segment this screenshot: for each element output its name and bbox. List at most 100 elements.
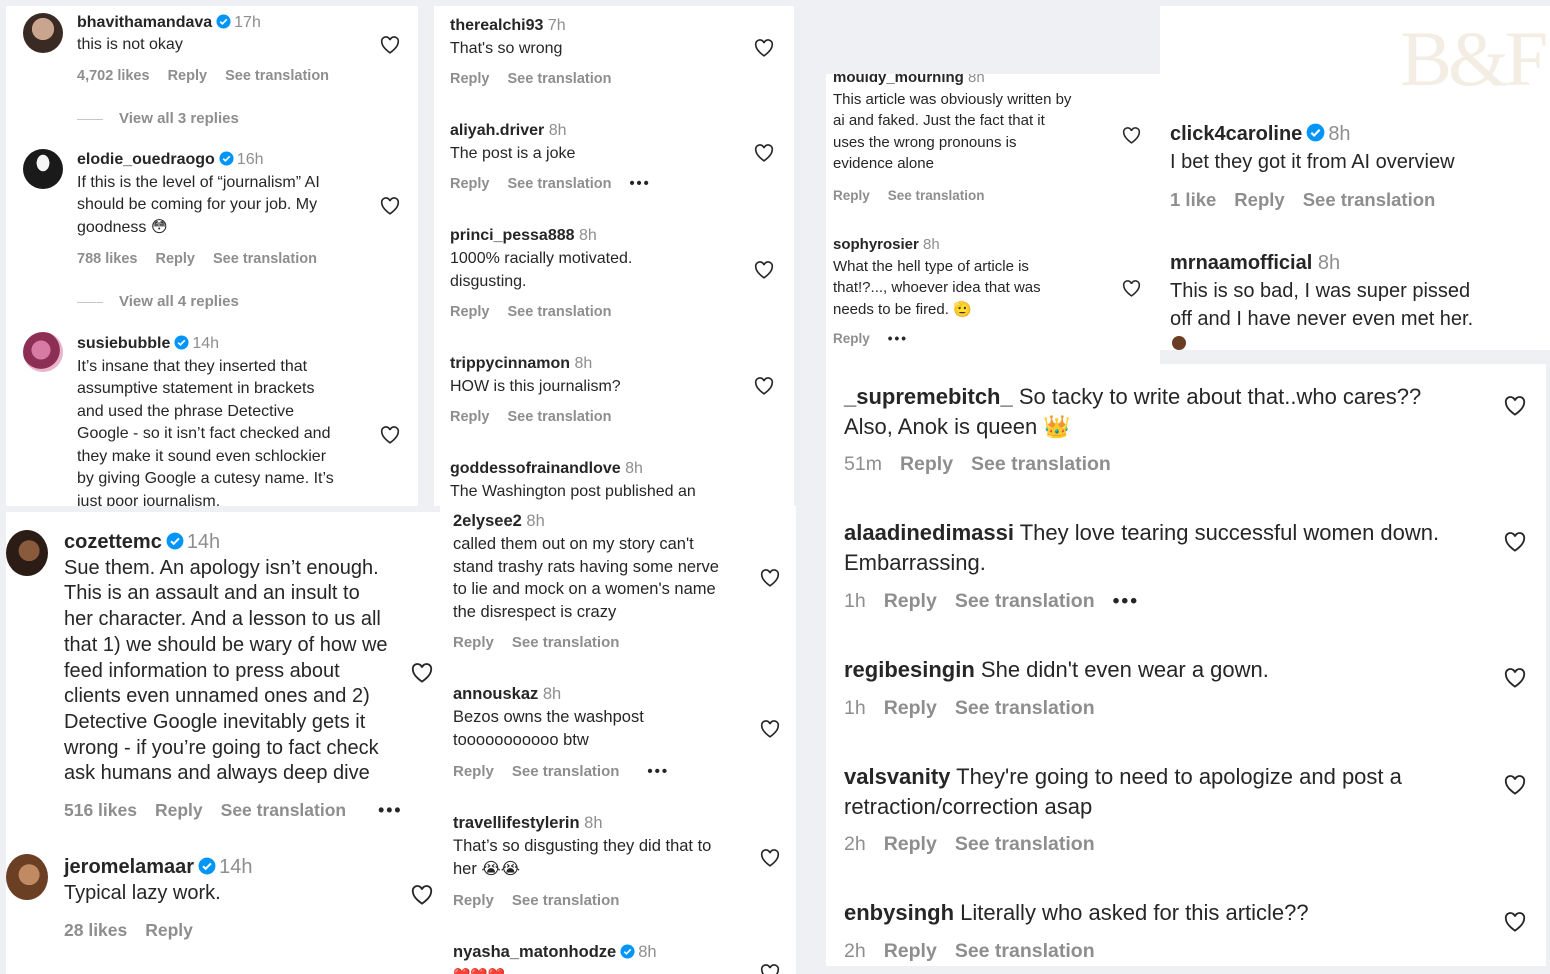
heart-icon[interactable]: [760, 964, 780, 974]
see-translation-link[interactable]: See translation: [955, 590, 1095, 612]
reply-button[interactable]: Reply: [453, 763, 494, 780]
comment-time[interactable]: 8h: [923, 236, 940, 253]
likes-count[interactable]: 4,702 likes: [77, 68, 150, 84]
username[interactable]: annouskaz: [453, 685, 538, 703]
avatar[interactable]: [23, 149, 63, 189]
comment-time[interactable]: 7h: [548, 17, 566, 34]
username[interactable]: regibesingin: [844, 657, 975, 682]
username[interactable]: mouldy_mourning: [833, 74, 964, 86]
see-translation-link[interactable]: See translation: [508, 409, 612, 425]
username[interactable]: cozettemc: [64, 531, 162, 553]
see-translation-link[interactable]: See translation: [508, 176, 612, 192]
heart-icon[interactable]: [754, 377, 774, 395]
avatar[interactable]: [6, 530, 48, 576]
comment-time[interactable]: 8h: [968, 74, 985, 86]
reply-button[interactable]: Reply: [453, 634, 494, 651]
heart-icon[interactable]: [1504, 396, 1526, 416]
heart-icon[interactable]: [1504, 912, 1526, 932]
comment-time[interactable]: 14h: [192, 335, 219, 352]
reply-button[interactable]: Reply: [145, 920, 193, 940]
avatar[interactable]: [23, 332, 63, 372]
avatar[interactable]: [1172, 336, 1186, 350]
likes-count[interactable]: 1 like: [1170, 189, 1216, 210]
heart-icon[interactable]: [1122, 127, 1141, 144]
comment-time[interactable]: 8h: [625, 460, 643, 477]
reply-button[interactable]: Reply: [884, 590, 937, 612]
reply-button[interactable]: Reply: [168, 68, 208, 84]
username[interactable]: nyasha_matonhodze: [453, 943, 616, 961]
reply-button[interactable]: Reply: [900, 453, 953, 475]
heart-icon[interactable]: [754, 39, 774, 57]
see-translation-link[interactable]: See translation: [955, 833, 1095, 855]
comment-time[interactable]: 8h: [638, 943, 656, 961]
username[interactable]: click4caroline: [1170, 123, 1302, 145]
comment-time[interactable]: 1h: [844, 697, 866, 719]
reply-button[interactable]: Reply: [1234, 189, 1284, 210]
avatar[interactable]: [23, 13, 63, 53]
heart-icon[interactable]: [380, 36, 400, 54]
username[interactable]: bhavithamandava: [77, 14, 212, 31]
comment-time[interactable]: 2h: [844, 940, 866, 962]
username[interactable]: princi_pessa888: [450, 227, 575, 244]
username[interactable]: 2elysee2: [453, 512, 522, 530]
username[interactable]: alaadinedimassi: [844, 520, 1014, 545]
comment-time[interactable]: 17h: [234, 14, 261, 31]
heart-icon[interactable]: [1504, 532, 1526, 552]
heart-icon[interactable]: [380, 426, 400, 444]
heart-icon[interactable]: [760, 720, 780, 738]
username[interactable]: aliyah.driver: [450, 122, 544, 139]
username[interactable]: sophyrosier: [833, 236, 919, 253]
heart-icon[interactable]: [411, 663, 433, 683]
see-translation-link[interactable]: See translation: [955, 697, 1095, 719]
heart-icon[interactable]: [1504, 775, 1526, 795]
likes-count[interactable]: 516 likes: [64, 800, 137, 820]
see-translation-link[interactable]: See translation: [512, 763, 620, 780]
reply-button[interactable]: Reply: [884, 940, 937, 962]
comment-time[interactable]: 8h: [1328, 123, 1350, 145]
reply-button[interactable]: Reply: [450, 409, 490, 425]
comment-time[interactable]: 14h: [187, 531, 220, 553]
view-replies-link[interactable]: View all 3 replies: [77, 110, 239, 127]
reply-button[interactable]: Reply: [453, 892, 494, 909]
heart-icon[interactable]: [760, 569, 780, 587]
reply-button[interactable]: Reply: [450, 71, 490, 87]
see-translation-link[interactable]: See translation: [225, 68, 329, 84]
likes-count[interactable]: 28 likes: [64, 920, 127, 940]
see-translation-link[interactable]: See translation: [512, 892, 620, 909]
comment-time[interactable]: 16h: [237, 151, 264, 168]
heart-icon[interactable]: [754, 261, 774, 279]
see-translation-link[interactable]: See translation: [213, 251, 317, 267]
see-translation-link[interactable]: See translation: [512, 634, 620, 651]
comment-time[interactable]: 8h: [543, 685, 561, 703]
reply-button[interactable]: Reply: [450, 176, 490, 192]
username[interactable]: travellifestylerin: [453, 814, 580, 832]
username[interactable]: _supremebitch_: [844, 384, 1013, 409]
username[interactable]: therealchi93: [450, 17, 543, 34]
heart-icon[interactable]: [380, 197, 400, 215]
comment-time[interactable]: 51m: [844, 453, 882, 475]
more-options-icon[interactable]: •••: [1113, 590, 1139, 612]
avatar[interactable]: [6, 854, 48, 900]
reply-button[interactable]: Reply: [155, 251, 195, 267]
heart-icon[interactable]: [411, 885, 433, 905]
username[interactable]: goddessofrainandlove: [450, 460, 621, 477]
comment-time[interactable]: 1h: [844, 590, 866, 612]
view-replies-link[interactable]: View all 4 replies: [77, 293, 239, 310]
see-translation-link[interactable]: See translation: [955, 940, 1095, 962]
comment-time[interactable]: 8h: [526, 512, 544, 530]
username[interactable]: elodie_ouedraogo: [77, 151, 215, 168]
username[interactable]: trippycinnamon: [450, 355, 570, 372]
heart-icon[interactable]: [1504, 668, 1526, 688]
comment-time[interactable]: 8h: [1318, 252, 1340, 274]
comment-time[interactable]: 8h: [549, 122, 567, 139]
username[interactable]: enbysingh: [844, 900, 954, 925]
more-options-icon[interactable]: •••: [378, 800, 402, 820]
more-options-icon[interactable]: •••: [647, 763, 669, 780]
reply-button[interactable]: Reply: [833, 331, 870, 346]
comment-time[interactable]: 8h: [584, 814, 602, 832]
see-translation-link[interactable]: See translation: [221, 800, 346, 820]
comment-time[interactable]: 8h: [574, 355, 592, 372]
see-translation-link[interactable]: See translation: [508, 304, 612, 320]
heart-icon[interactable]: [760, 849, 780, 867]
see-translation-link[interactable]: See translation: [971, 453, 1111, 475]
